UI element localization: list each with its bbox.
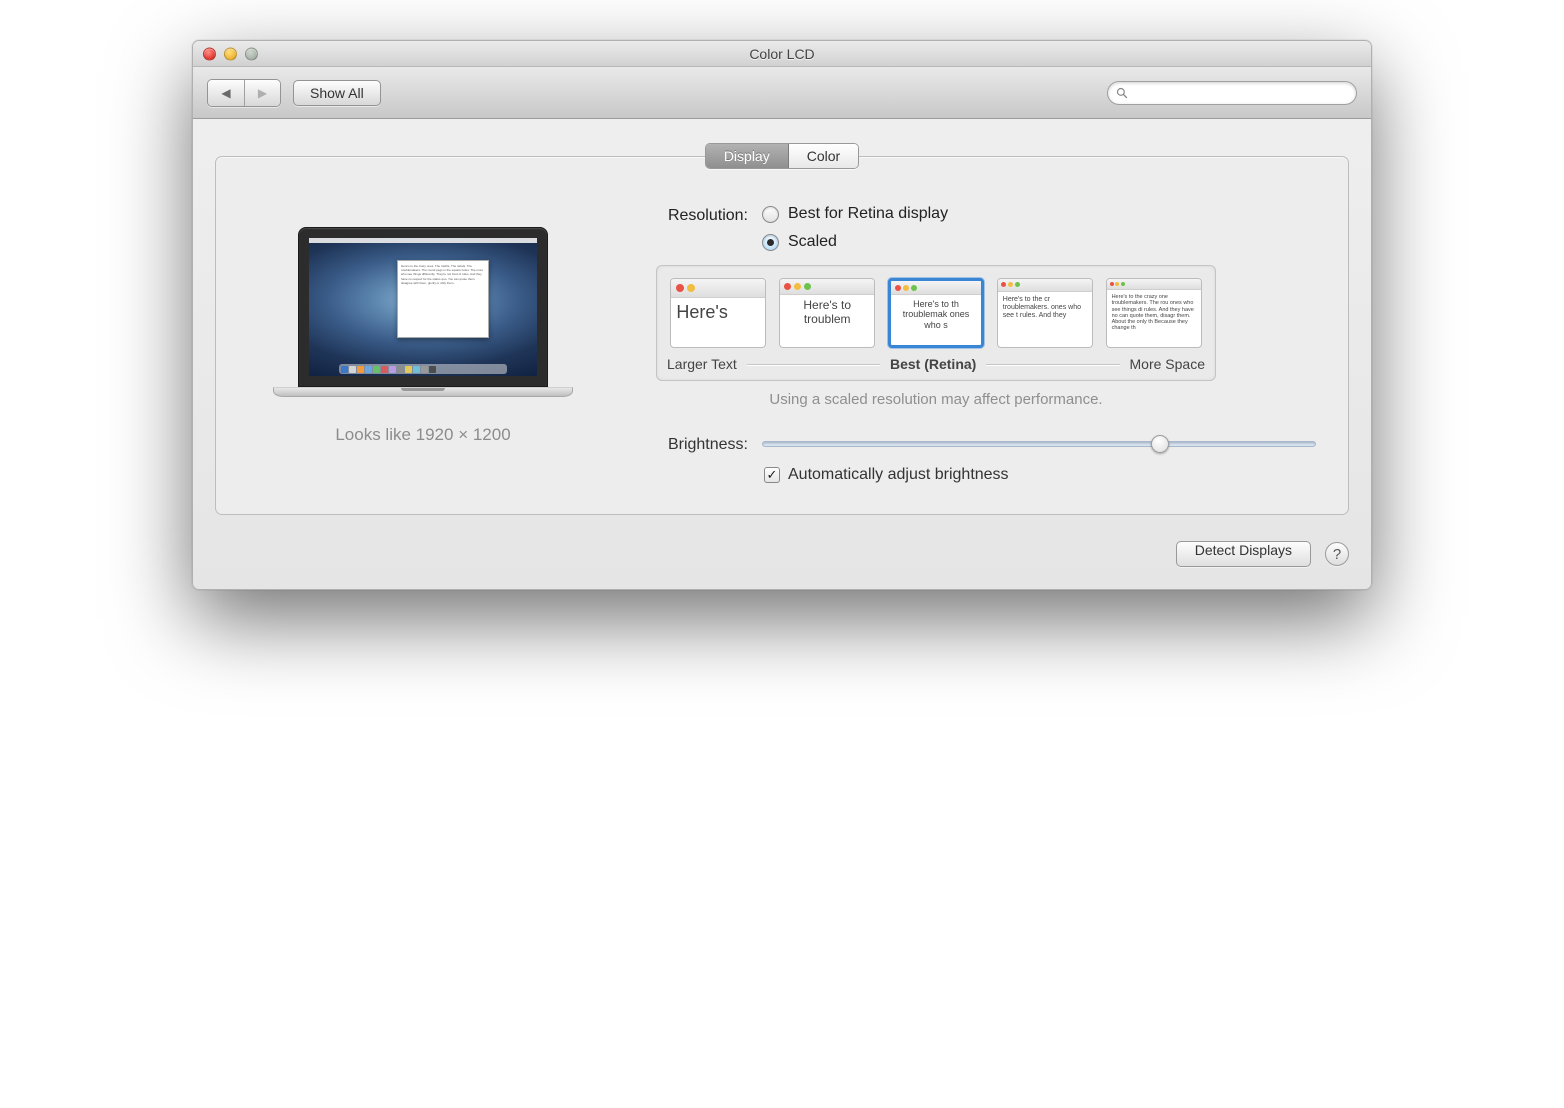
show-all-label: Show All — [310, 85, 364, 101]
toolbar: ◀ ▶ Show All — [193, 67, 1371, 119]
radio-best-label: Best for Retina display — [788, 205, 948, 223]
resolution-thumbnails: Here's Here's to troublem — [667, 278, 1205, 348]
minimize-icon[interactable] — [224, 47, 237, 60]
preview-dock — [339, 364, 507, 374]
detect-displays-button[interactable]: Detect Displays — [1176, 541, 1311, 567]
zoom-icon[interactable] — [245, 47, 258, 60]
auto-brightness-row[interactable]: ✓ Automatically adjust brightness — [764, 466, 1316, 484]
settings-column: Resolution: Best for Retina display Scal… — [638, 197, 1316, 484]
brightness-slider[interactable] — [762, 441, 1316, 447]
traffic-lights — [203, 47, 258, 60]
laptop-screen: Here's to the crazy ones. The misfits. T… — [309, 238, 537, 376]
scale-sample-4: Here's to the cr troublemakers. ones who… — [998, 292, 1092, 324]
question-mark-icon: ? — [1333, 546, 1341, 563]
scale-option-2[interactable]: Here's to troublem — [776, 278, 879, 348]
resolution-label: Resolution: — [638, 205, 748, 225]
preview-caption: Looks like 1920 × 1200 — [335, 425, 510, 445]
scale-label-right: More Space — [1130, 356, 1205, 372]
tab-bar: Display Color — [215, 143, 1349, 169]
nav-buttons: ◀ ▶ — [207, 79, 281, 107]
radio-best-for-retina[interactable]: Best for Retina display — [762, 205, 948, 223]
scale-option-3[interactable]: Here's to th troublemak ones who s — [885, 278, 988, 348]
brightness-label: Brightness: — [638, 434, 748, 454]
window-title: Color LCD — [749, 46, 814, 62]
search-icon — [1116, 87, 1128, 99]
chevron-left-icon: ◀ — [221, 86, 230, 100]
preview-window: Here's to the crazy ones. The misfits. T… — [397, 260, 489, 338]
scale-label-left: Larger Text — [667, 356, 737, 372]
content: Display Color Here's to the — [193, 119, 1371, 589]
radio-dot-checked-icon — [762, 234, 779, 251]
scale-sample-5: Here's to the crazy one troublemakers. T… — [1107, 290, 1201, 336]
scale-option-1[interactable]: Here's — [667, 278, 770, 348]
preferences-window: Color LCD ◀ ▶ Show All Display — [192, 40, 1372, 590]
titlebar: Color LCD — [193, 41, 1371, 67]
help-button[interactable]: ? — [1325, 542, 1349, 566]
tab-color[interactable]: Color — [789, 144, 858, 168]
radio-scaled-label: Scaled — [788, 233, 837, 251]
back-button[interactable]: ◀ — [208, 80, 244, 106]
tab-display-label: Display — [724, 148, 770, 164]
display-panel: Here's to the crazy ones. The misfits. T… — [215, 156, 1349, 515]
scale-axis: Larger Text Best (Retina) More Space — [667, 356, 1205, 372]
laptop-bezel: Here's to the crazy ones. The misfits. T… — [298, 227, 548, 387]
laptop-preview: Here's to the crazy ones. The misfits. T… — [273, 227, 573, 397]
scaled-options: Here's Here's to troublem — [656, 265, 1216, 381]
auto-brightness-label: Automatically adjust brightness — [788, 466, 1009, 484]
chevron-right-icon: ▶ — [258, 86, 267, 100]
resolution-row: Resolution: Best for Retina display Scal… — [638, 205, 1316, 251]
scale-sample-1: Here's — [671, 298, 765, 327]
show-all-button[interactable]: Show All — [293, 80, 381, 106]
preview-column: Here's to the crazy ones. The misfits. T… — [248, 197, 598, 484]
checkbox-checked-icon: ✓ — [764, 467, 780, 483]
scale-option-4[interactable]: Here's to the cr troublemakers. ones who… — [993, 278, 1096, 348]
brightness-row: Brightness: — [638, 434, 1316, 454]
detect-displays-label: Detect Displays — [1195, 542, 1292, 558]
slider-knob-icon[interactable] — [1151, 435, 1169, 453]
preview-menubar — [309, 238, 537, 243]
tab-display[interactable]: Display — [706, 144, 789, 168]
search-input[interactable] — [1107, 81, 1357, 105]
resolution-radio-group: Best for Retina display Scaled — [762, 205, 948, 251]
radio-dot-icon — [762, 206, 779, 223]
scale-label-center: Best (Retina) — [890, 356, 976, 372]
laptop-base — [273, 387, 573, 397]
radio-scaled[interactable]: Scaled — [762, 233, 948, 251]
scale-sample-2: Here's to troublem — [780, 295, 874, 331]
forward-button[interactable]: ▶ — [244, 80, 280, 106]
tab-color-label: Color — [807, 148, 840, 164]
scale-sample-3: Here's to th troublemak ones who s — [891, 295, 981, 334]
footer: Detect Displays ? — [215, 541, 1349, 567]
close-icon[interactable] — [203, 47, 216, 60]
scale-option-5[interactable]: Here's to the crazy one troublemakers. T… — [1102, 278, 1205, 348]
performance-note: Using a scaled resolution may affect per… — [656, 391, 1216, 408]
